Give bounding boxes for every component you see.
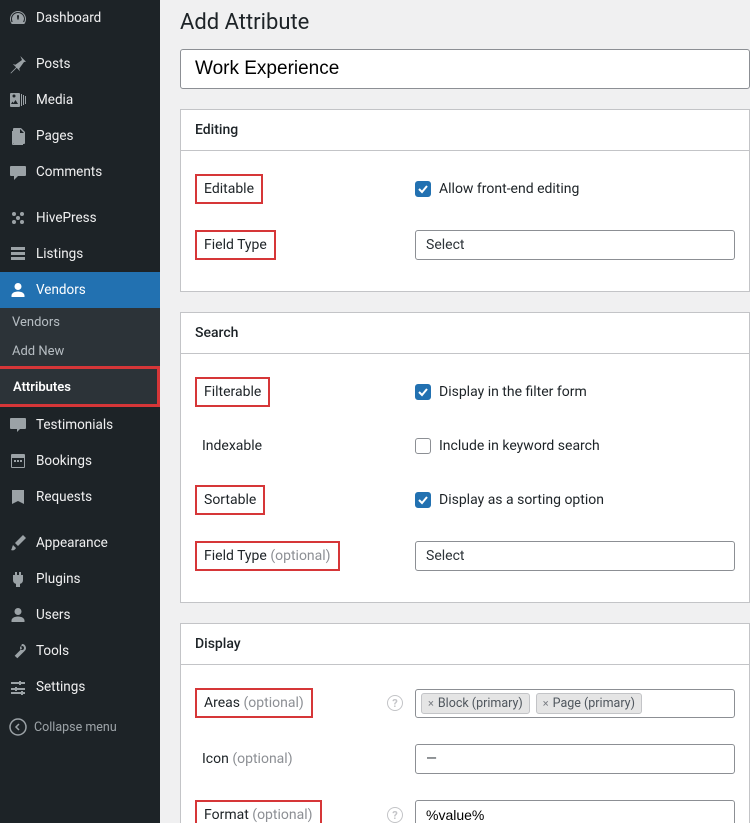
label-indexable: Indexable	[195, 433, 269, 459]
sidebar-item-label: Posts	[36, 56, 70, 72]
sidebar-item-testimonials[interactable]: Testimonials	[0, 407, 160, 443]
panel-header-search: Search	[181, 313, 749, 354]
label-format: Format (optional)	[195, 800, 322, 823]
hivepress-icon	[8, 208, 28, 228]
tag-page-primary[interactable]: ×Page (primary)	[536, 693, 642, 714]
areas-tag-input[interactable]: ×Block (primary) ×Page (primary)	[415, 689, 735, 718]
panel-search: Search Filterable Display in the filter …	[180, 312, 750, 603]
select-value: —	[426, 751, 437, 767]
tag-block-primary[interactable]: ×Block (primary)	[421, 693, 530, 714]
sidebar-item-label: Users	[36, 607, 70, 623]
pin-icon	[8, 54, 28, 74]
panel-display: Display Areas (optional) ? ×Block (prima…	[180, 623, 750, 823]
sidebar-item-media[interactable]: Media	[0, 82, 160, 118]
label-icon: Icon (optional)	[195, 746, 300, 772]
sidebar-item-appearance[interactable]: Appearance	[0, 525, 160, 561]
checkbox-indexable[interactable]	[415, 438, 431, 454]
sidebar-item-label: Listings	[36, 246, 83, 262]
sidebar-item-label: HivePress	[36, 210, 97, 226]
help-icon[interactable]: ?	[387, 695, 403, 711]
collapse-menu[interactable]: Collapse menu	[0, 709, 160, 745]
sidebar-item-label: Tools	[36, 643, 69, 659]
brush-icon	[8, 533, 28, 553]
select-value: Select	[426, 237, 464, 253]
wrench-icon	[8, 641, 28, 661]
checkbox-filterable-label: Display in the filter form	[439, 384, 587, 400]
sidebar-item-vendors[interactable]: Vendors	[0, 272, 160, 308]
checkbox-sortable-label: Display as a sorting option	[439, 492, 604, 508]
sidebar-item-requests[interactable]: Requests	[0, 479, 160, 515]
sidebar-item-users[interactable]: Users	[0, 597, 160, 633]
requests-icon	[8, 487, 28, 507]
sidebar-item-label: Settings	[36, 679, 85, 695]
sidebar-item-label: Media	[36, 92, 73, 108]
sidebar-item-settings[interactable]: Settings	[0, 669, 160, 705]
vendors-icon	[8, 280, 28, 300]
sidebar-item-label: Pages	[36, 128, 74, 144]
checkbox-indexable-label: Include in keyword search	[439, 438, 600, 454]
vendors-submenu: Vendors Add New Attributes	[0, 308, 160, 407]
sidebar-item-bookings[interactable]: Bookings	[0, 443, 160, 479]
media-icon	[8, 90, 28, 110]
sidebar-item-label: Dashboard	[36, 10, 101, 26]
select-value: Select	[426, 548, 464, 564]
label-areas: Areas (optional)	[195, 688, 313, 718]
checkbox-editable[interactable]	[415, 181, 431, 197]
select-field-type-search[interactable]: Select	[415, 541, 735, 571]
sidebar-item-listings[interactable]: Listings	[0, 236, 160, 272]
user-icon	[8, 605, 28, 625]
attribute-title-input[interactable]	[180, 49, 750, 89]
main-content: Add Attribute Editing Editable Allow fro…	[160, 0, 750, 823]
checkbox-sortable[interactable]	[415, 492, 431, 508]
submenu-item-vendors[interactable]: Vendors	[0, 308, 160, 337]
panel-header-editing: Editing	[181, 110, 749, 151]
sidebar-item-label: Vendors	[36, 282, 86, 298]
panel-header-display: Display	[181, 624, 749, 665]
label-sortable: Sortable	[195, 485, 265, 515]
collapse-icon	[8, 717, 28, 737]
label-editable: Editable	[195, 174, 263, 204]
sliders-icon	[8, 677, 28, 697]
testimonials-icon	[8, 415, 28, 435]
sidebar-item-label: Appearance	[36, 535, 108, 551]
sidebar-item-hivepress[interactable]: HivePress	[0, 200, 160, 236]
select-icon[interactable]: —	[415, 744, 735, 774]
tag-remove-icon[interactable]: ×	[428, 697, 434, 710]
listings-icon	[8, 244, 28, 264]
collapse-label: Collapse menu	[34, 720, 117, 735]
label-field-type-editing: Field Type	[195, 230, 276, 260]
sidebar-item-label: Comments	[36, 164, 102, 180]
help-icon[interactable]: ?	[387, 807, 403, 823]
format-input[interactable]	[415, 800, 735, 823]
sidebar-item-pages[interactable]: Pages	[0, 118, 160, 154]
checkbox-editable-label: Allow front-end editing	[439, 181, 579, 197]
sidebar-item-dashboard[interactable]: Dashboard	[0, 0, 160, 36]
sidebar-item-posts[interactable]: Posts	[0, 46, 160, 82]
calendar-icon	[8, 451, 28, 471]
select-field-type-editing[interactable]: Select	[415, 230, 735, 260]
page-title: Add Attribute	[180, 10, 750, 35]
label-filterable: Filterable	[195, 377, 270, 407]
admin-sidebar: Dashboard Posts Media Pages Comments Hiv…	[0, 0, 160, 823]
sidebar-item-tools[interactable]: Tools	[0, 633, 160, 669]
plug-icon	[8, 569, 28, 589]
sidebar-item-comments[interactable]: Comments	[0, 154, 160, 190]
sidebar-item-plugins[interactable]: Plugins	[0, 561, 160, 597]
sidebar-item-label: Testimonials	[36, 417, 113, 433]
panel-editing: Editing Editable Allow front-end editing…	[180, 109, 750, 292]
checkbox-filterable[interactable]	[415, 384, 431, 400]
sidebar-item-label: Bookings	[36, 453, 92, 469]
comments-icon	[8, 162, 28, 182]
label-field-type-search: Field Type (optional)	[195, 541, 340, 571]
tag-remove-icon[interactable]: ×	[543, 697, 549, 710]
pages-icon	[8, 126, 28, 146]
sidebar-item-label: Requests	[36, 489, 92, 505]
submenu-item-add-new[interactable]: Add New	[0, 337, 160, 366]
submenu-item-attributes[interactable]: Attributes	[1, 373, 155, 402]
dashboard-icon	[8, 8, 28, 28]
sidebar-item-label: Plugins	[36, 571, 81, 587]
